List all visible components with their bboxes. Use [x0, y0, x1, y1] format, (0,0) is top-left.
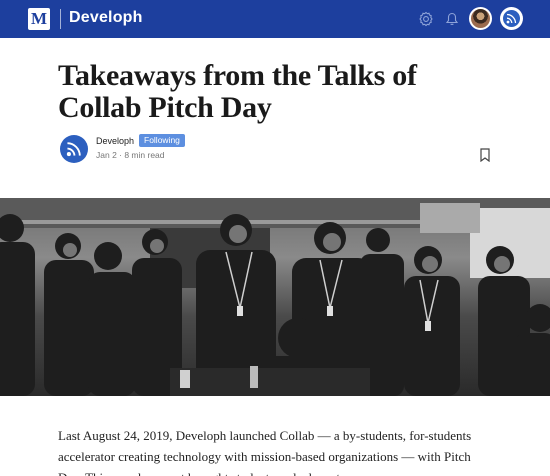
bookmark-icon[interactable]	[479, 148, 491, 162]
article-body: Last August 24, 2019, Developh launched …	[58, 428, 472, 476]
hero-image	[0, 198, 550, 396]
developh-logo-icon	[66, 142, 81, 157]
medium-logo[interactable]: M	[28, 8, 50, 30]
developh-logo-icon	[503, 10, 520, 27]
divider	[60, 9, 61, 29]
bell-icon[interactable]	[444, 11, 460, 27]
user-avatar[interactable]	[469, 7, 492, 30]
author-name[interactable]: Developh	[96, 136, 134, 146]
following-button[interactable]: Following	[139, 134, 185, 147]
article-meta: Jan 2 · 8 min read	[96, 150, 165, 160]
article-title: Takeaways from the Talks of Collab Pitch…	[58, 59, 417, 124]
gear-icon[interactable]	[418, 11, 434, 27]
publication-avatar[interactable]	[500, 7, 523, 30]
top-bar: M Developh	[0, 0, 550, 38]
publication-name[interactable]: Developh	[69, 9, 143, 27]
event-photo	[0, 198, 550, 396]
author-avatar[interactable]	[60, 135, 88, 163]
